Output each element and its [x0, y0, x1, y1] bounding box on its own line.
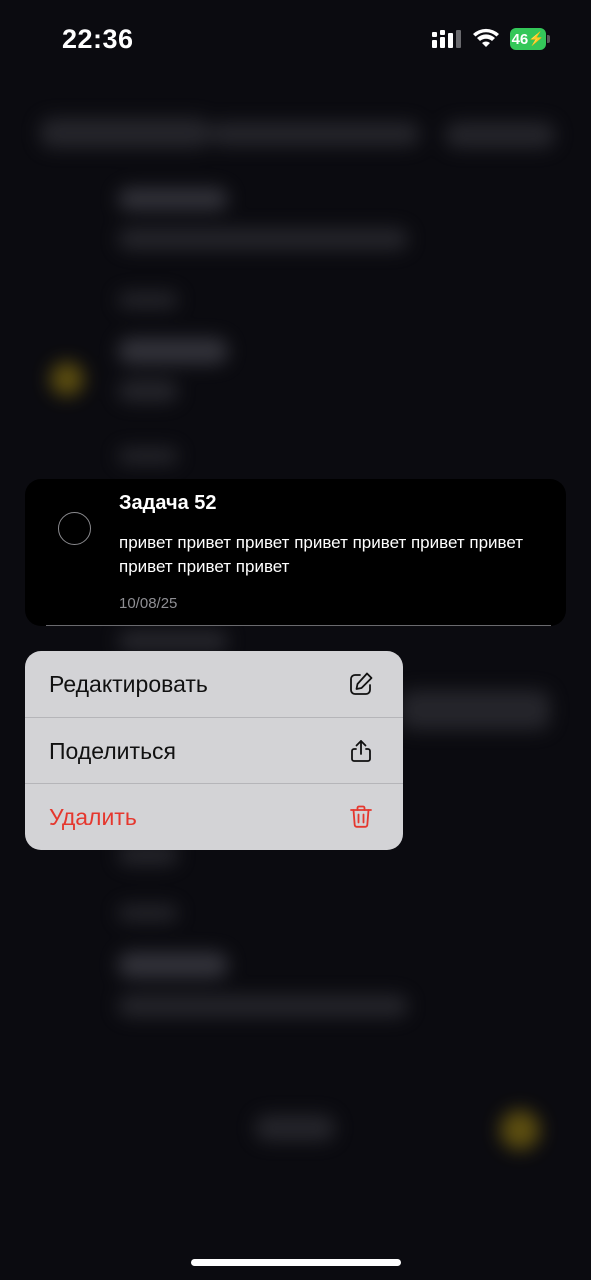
menu-item-share[interactable]: Поделиться — [25, 717, 403, 783]
task-checkbox[interactable] — [58, 512, 91, 545]
menu-item-delete[interactable]: Удалить — [25, 783, 403, 850]
blurred-task-text — [118, 228, 408, 250]
trash-icon — [350, 805, 372, 828]
menu-item-label: Удалить — [49, 804, 137, 830]
task-title: Задача 52 — [119, 492, 217, 514]
edit-icon — [350, 672, 373, 695]
share-icon — [351, 740, 371, 762]
blurred-header-button — [445, 122, 555, 148]
cellular-signal-icon — [432, 30, 461, 48]
charging-bolt-icon: ⚡ — [528, 31, 545, 46]
blurred-search-field — [210, 122, 420, 146]
task-date: 10/08/25 — [119, 595, 178, 612]
battery-charging-icon: 46 ⚡ — [510, 28, 550, 50]
wifi-icon — [473, 28, 499, 47]
context-menu: Редактировать Поделиться Удалить — [25, 651, 403, 850]
task-description: привет привет привет привет привет приве… — [119, 533, 524, 576]
battery-level: 46 ⚡ — [510, 28, 546, 50]
home-indicator[interactable] — [191, 1259, 401, 1266]
blurred-task-text — [400, 690, 550, 730]
blurred-checkbox — [50, 362, 84, 396]
blurred-task-text — [118, 995, 408, 1017]
blurred-task-title — [118, 188, 228, 210]
blurred-task-title — [118, 630, 228, 652]
menu-item-edit[interactable]: Редактировать — [25, 651, 403, 717]
status-bar: 22:36 46 ⚡ — [0, 0, 591, 80]
task-card[interactable]: Задача 52 привет привет привет привет пр… — [25, 479, 566, 626]
blurred-new-task-button — [500, 1110, 540, 1150]
blurred-task-text — [118, 380, 178, 402]
blurred-task-title — [118, 338, 228, 364]
blurred-task-title — [118, 952, 228, 978]
blurred-task-date — [118, 448, 178, 464]
blurred-task-date — [118, 292, 178, 308]
menu-item-label: Редактировать — [49, 671, 208, 697]
battery-tip — [547, 35, 550, 43]
battery-level-text: 46 — [511, 30, 529, 48]
blurred-background — [0, 0, 591, 1280]
blurred-task-count — [255, 1115, 335, 1141]
menu-item-label: Поделиться — [49, 738, 177, 764]
status-time: 22:36 — [62, 24, 134, 54]
task-divider — [46, 625, 551, 626]
blurred-task-date — [118, 905, 178, 921]
blurred-header-title — [40, 118, 210, 148]
